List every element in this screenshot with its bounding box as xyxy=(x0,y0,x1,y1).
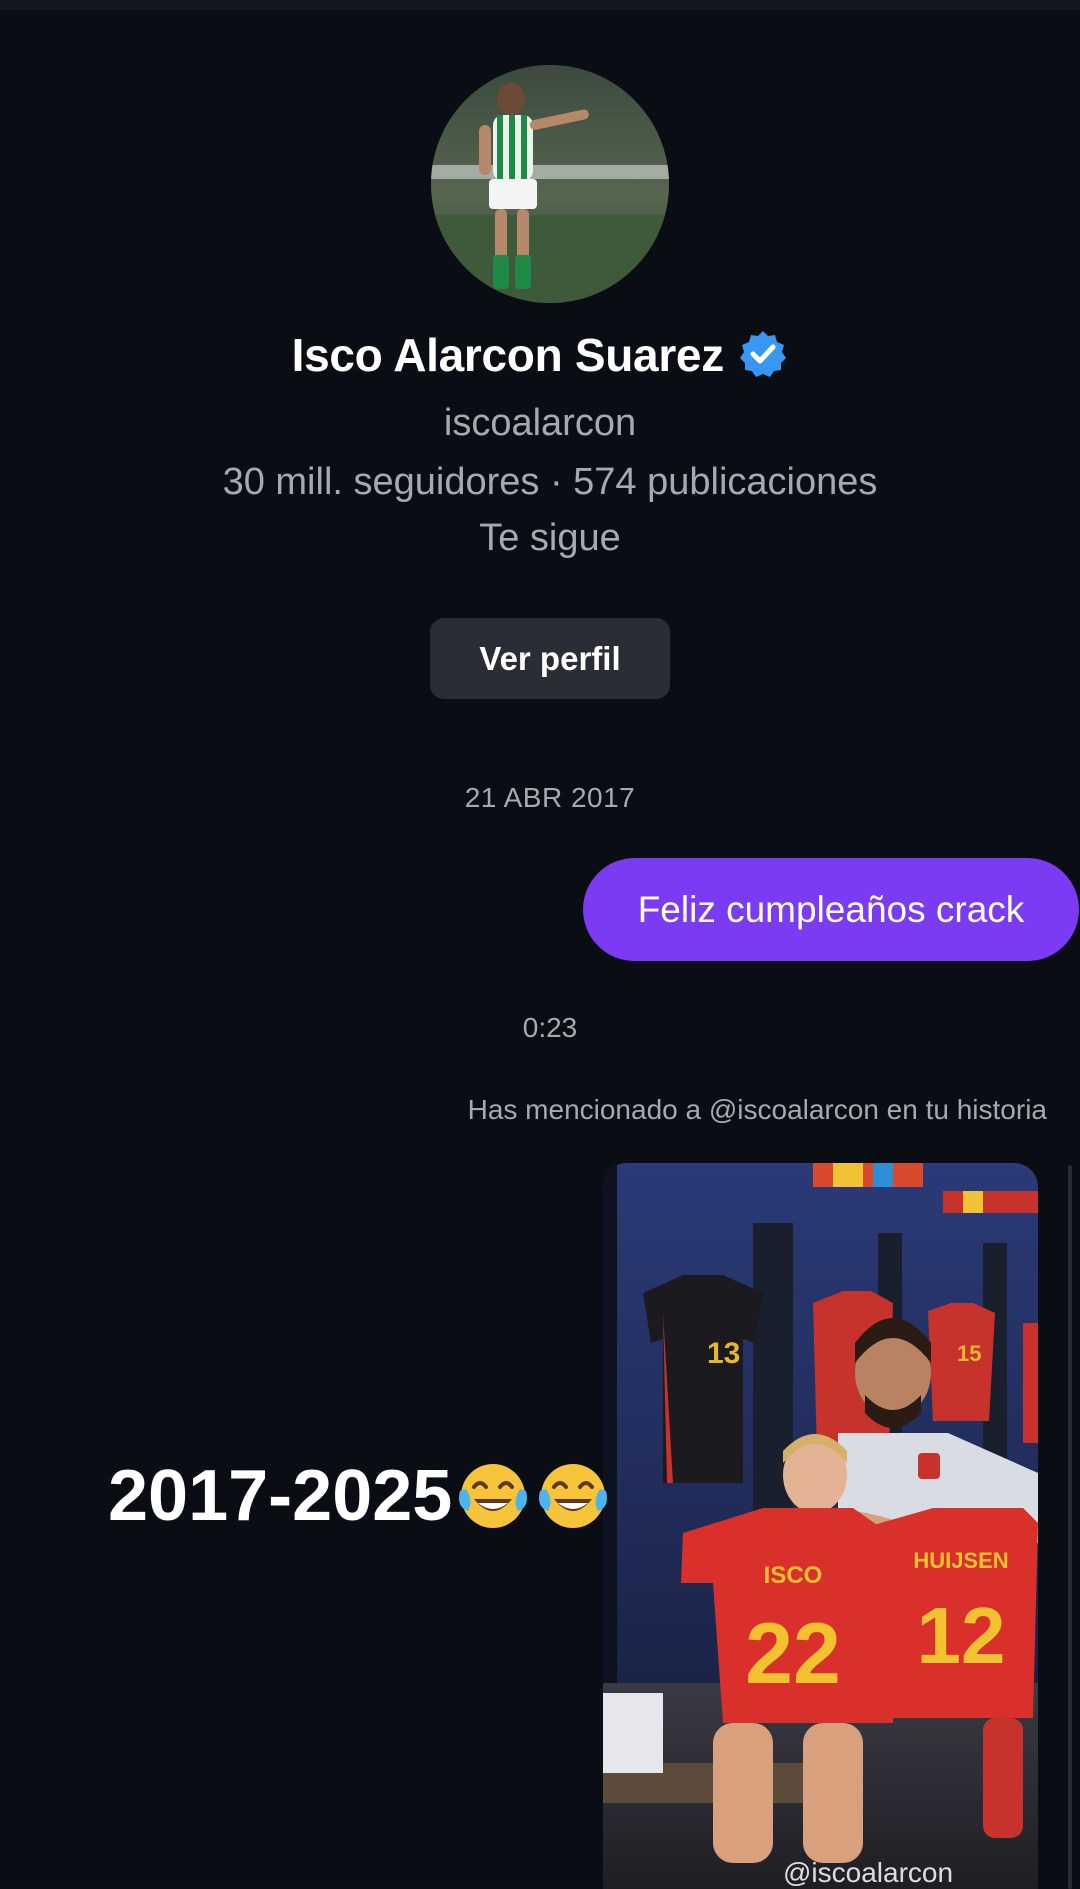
story-caption-text: 2017-2025 xyxy=(108,1456,453,1536)
story-handle-overlay: @iscoalarcon xyxy=(783,1857,954,1888)
profile-avatar[interactable] xyxy=(431,65,669,303)
tears-of-joy-emoji-icon xyxy=(534,1457,612,1535)
sent-message-text: Feliz cumpleaños crack xyxy=(637,888,1025,930)
locker-number-right: 15 xyxy=(957,1341,981,1366)
profile-handle: iscoalarcon xyxy=(443,402,637,444)
profile-name-text: Isco Alarcon Suarez xyxy=(291,329,725,381)
thread-time-label: 0:23 xyxy=(522,1012,578,1043)
tears-of-joy-emoji-icon xyxy=(454,1457,532,1535)
right-shirt-number: 12 xyxy=(917,1591,1006,1680)
sent-message-bubble[interactable]: Feliz cumpleaños crack xyxy=(583,858,1079,961)
follow-status: Te sigue xyxy=(479,517,621,559)
thread-date-label: 21 ABR 2017 xyxy=(464,782,636,813)
chat-scrollbar[interactable] xyxy=(1068,1165,1072,1889)
left-shirt-name: ISCO xyxy=(764,1562,823,1589)
story-mention-card[interactable]: 13 15 ISCO 22 HUIJSEN 12 @iscoalarcon xyxy=(603,1163,1038,1889)
verified-badge-icon xyxy=(738,329,788,379)
story-caption: 2017-2025 xyxy=(108,1455,612,1537)
profile-stats: 30 mill. seguidores · 574 publicaciones xyxy=(222,461,878,503)
locker-number-left: 13 xyxy=(707,1337,740,1370)
story-mention-note: Has mencionado a @iscoalarcon en tu hist… xyxy=(467,1094,1047,1125)
story-photo: 13 15 ISCO 22 HUIJSEN 12 xyxy=(603,1163,1038,1889)
left-shirt-number: 22 xyxy=(745,1606,841,1702)
top-divider xyxy=(0,0,1080,10)
profile-name[interactable]: Isco Alarcon Suarez xyxy=(0,328,1080,382)
right-shirt-name: HUIJSEN xyxy=(913,1548,1008,1573)
avatar-photo xyxy=(431,65,669,303)
view-profile-button[interactable]: Ver perfil xyxy=(430,618,670,699)
